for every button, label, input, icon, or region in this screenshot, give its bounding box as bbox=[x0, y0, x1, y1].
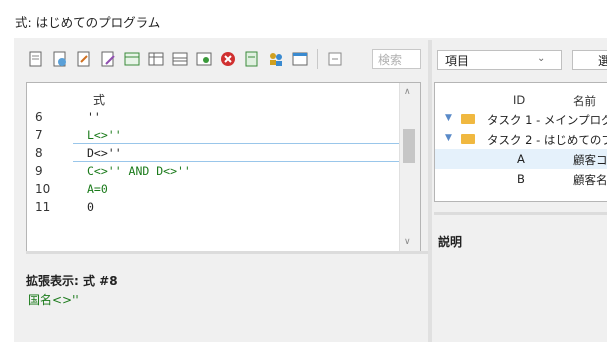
grid-icon[interactable] bbox=[146, 49, 166, 69]
splitter-vertical[interactable] bbox=[428, 40, 432, 342]
expression-row-code[interactable]: 0 bbox=[87, 200, 94, 214]
table-icon[interactable] bbox=[170, 49, 190, 69]
splitter-horizontal[interactable] bbox=[26, 251, 428, 254]
tree-row-name: タスク 2 - はじめてのプ bbox=[487, 133, 607, 147]
selected-row-highlight bbox=[73, 143, 399, 162]
tree-row-name: 顧客名 bbox=[573, 173, 607, 187]
expression-row-code[interactable]: D<>'' bbox=[87, 146, 122, 160]
chevron-down-icon[interactable]: ⌄ bbox=[537, 53, 545, 64]
tree-row-id: A bbox=[517, 152, 525, 166]
scrollbar-thumb[interactable] bbox=[403, 129, 415, 163]
tree-row-name: タスク 1 - メインプログラ bbox=[487, 113, 607, 127]
item-tree[interactable]: ID 名前 ▼ タスク 1 - メインプログラ ▼ タスク 2 - はじめてのプ A 顧客… bbox=[434, 82, 607, 202]
row-number: 8 bbox=[35, 146, 43, 160]
doc-refresh-icon[interactable] bbox=[50, 49, 70, 69]
expression-editor[interactable]: 式 6 '' 7 L<>'' 8 D<>'' 9 C<>'' AND D<>'' 10 A=0 11… bbox=[26, 82, 421, 252]
expression-row-code[interactable]: '' bbox=[87, 110, 101, 124]
column-header-expression: 式 bbox=[93, 93, 106, 107]
doc-edit-icon[interactable] bbox=[98, 49, 118, 69]
expression-row-code[interactable]: L<>'' bbox=[87, 128, 122, 142]
row-number: 11 bbox=[35, 200, 51, 214]
item-dropdown-value: 項目 bbox=[445, 54, 470, 68]
picture-icon[interactable] bbox=[194, 49, 214, 69]
search-input[interactable]: 検索 bbox=[372, 49, 421, 69]
expanded-view-title: 拡張表示: 式 #8 bbox=[26, 274, 118, 288]
tree-header-id: ID bbox=[513, 93, 526, 107]
window-icon[interactable] bbox=[290, 49, 310, 69]
delete-icon[interactable] bbox=[218, 49, 238, 69]
zoom-icon[interactable] bbox=[325, 49, 345, 69]
description-label: 説明 bbox=[438, 235, 463, 249]
row-number: 6 bbox=[35, 110, 43, 124]
scroll-up-icon[interactable]: ∧ bbox=[404, 87, 411, 97]
splitter-horizontal-right[interactable] bbox=[434, 212, 607, 215]
scroll-down-icon[interactable]: ∨ bbox=[404, 237, 411, 247]
toolbar-separator bbox=[317, 49, 318, 69]
folder-icon bbox=[461, 114, 475, 124]
window-title: 式: はじめてのプログラム bbox=[15, 15, 161, 30]
expand-arrow-icon[interactable]: ▼ bbox=[445, 133, 452, 143]
row-number: 9 bbox=[35, 164, 43, 178]
select-dropdown-label: 選 bbox=[598, 54, 607, 68]
people-icon[interactable] bbox=[266, 49, 286, 69]
row-number: 10 bbox=[35, 182, 51, 196]
expression-row-code[interactable]: C<>'' AND D<>'' bbox=[87, 164, 191, 178]
expanded-view-code: 国名<>'' bbox=[28, 293, 79, 307]
tree-row-name: 顧客コ bbox=[573, 153, 607, 167]
toolbar bbox=[26, 46, 345, 72]
doc-arrow-icon[interactable] bbox=[74, 49, 94, 69]
grid-doc-icon[interactable] bbox=[122, 49, 142, 69]
row-number: 7 bbox=[35, 128, 43, 142]
folder-icon bbox=[461, 134, 475, 144]
expand-arrow-icon[interactable]: ▼ bbox=[445, 113, 452, 123]
tree-header-name: 名前 bbox=[573, 94, 596, 108]
doc-green-icon[interactable] bbox=[242, 49, 262, 69]
tree-row-id: B bbox=[517, 172, 525, 186]
new-doc-icon[interactable] bbox=[26, 49, 46, 69]
expression-row-code[interactable]: A=0 bbox=[87, 182, 108, 196]
editor-scrollbar[interactable] bbox=[399, 83, 420, 251]
